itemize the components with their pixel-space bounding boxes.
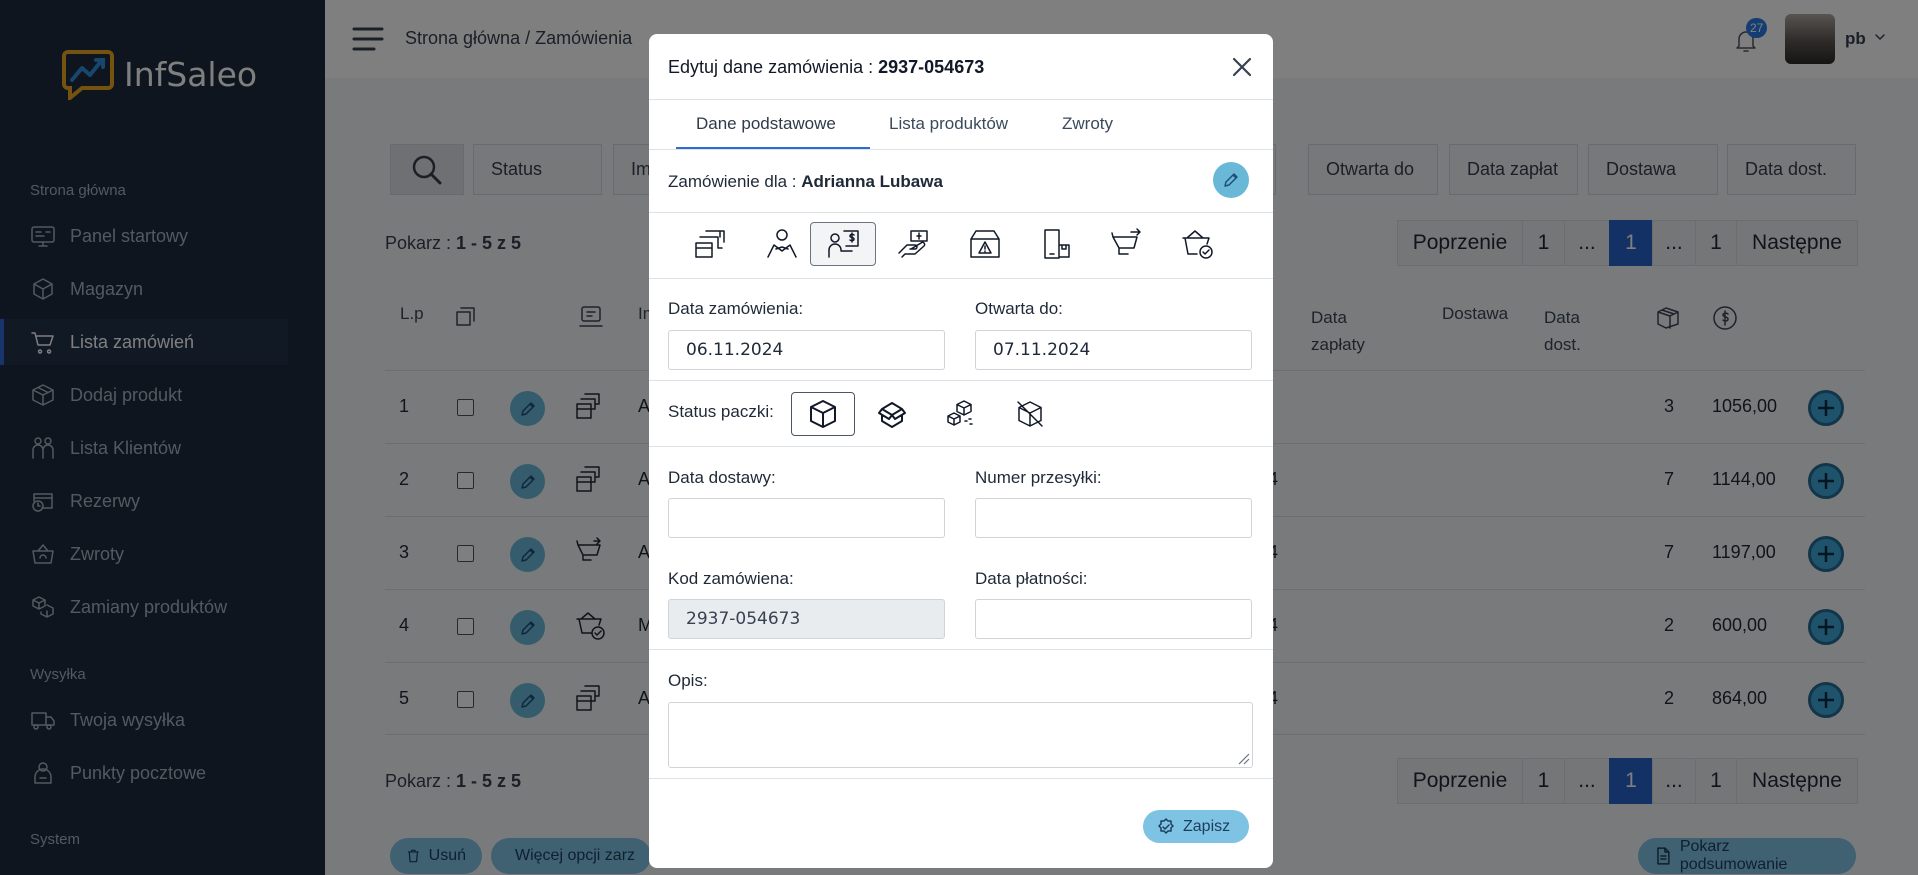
- divider: [649, 149, 1273, 150]
- tab-lista-produktow[interactable]: Lista produktów: [889, 114, 1008, 134]
- divider: [649, 99, 1273, 100]
- delivery-date-field[interactable]: [668, 498, 945, 538]
- package-icon: [810, 400, 836, 428]
- package-status-closed[interactable]: [791, 392, 855, 436]
- package-status-multiple[interactable]: [929, 392, 993, 436]
- status-phone-box[interactable]: [1023, 222, 1089, 266]
- order-date-field[interactable]: 06.11.2024: [668, 330, 945, 370]
- order-code-label: Kod zamówiena:: [668, 569, 794, 588]
- status-basket-check[interactable]: [1165, 222, 1231, 266]
- check-badge-icon: [1158, 817, 1174, 834]
- customer-name: Adrianna Lubawa: [801, 172, 943, 191]
- tracking-number-field[interactable]: [975, 498, 1252, 538]
- payment-date-label: Data płatności:: [975, 569, 1088, 588]
- order-code-field: 2937-054673: [668, 599, 945, 639]
- divider: [649, 778, 1273, 779]
- payment-date-field[interactable]: [975, 599, 1252, 639]
- package-open-icon: [878, 402, 906, 428]
- tracking-label: Numer przesyłki:: [975, 468, 1102, 487]
- edit-order-modal: Edytuj dane zamówienia : 2937-054673 Dan…: [649, 34, 1273, 868]
- close-button[interactable]: [1229, 54, 1255, 80]
- divider: [649, 649, 1273, 650]
- close-icon: [1232, 57, 1252, 77]
- order-for: Zamówienie dla : Adrianna Lubawa: [668, 172, 943, 192]
- package-cancel-icon: [1017, 401, 1043, 427]
- order-date-label: Data zamówienia:: [668, 299, 804, 318]
- divider: [649, 278, 1273, 279]
- delivery-date-label: Data dostawy:: [668, 468, 776, 487]
- open-until-field[interactable]: 07.11.2024: [975, 330, 1252, 370]
- payment-person-icon: [828, 230, 859, 258]
- cash-hand-icon: [898, 230, 928, 258]
- divider: [649, 446, 1273, 447]
- description-textarea[interactable]: [668, 702, 1253, 768]
- divider: [649, 380, 1273, 381]
- phone-box-icon: [1044, 229, 1070, 259]
- resize-handle-icon[interactable]: [1236, 751, 1250, 765]
- handshake-icon: [767, 229, 797, 258]
- basket-check-icon: [1182, 230, 1213, 259]
- tab-zwroty[interactable]: Zwroty: [1062, 114, 1113, 134]
- basket-return-icon: [1111, 228, 1141, 255]
- divider: [649, 212, 1273, 213]
- status-warning-box[interactable]: [952, 222, 1018, 266]
- status-payment-person[interactable]: [810, 222, 876, 266]
- warning-box-icon: [970, 230, 1000, 258]
- package-status-cancelled[interactable]: [998, 392, 1062, 436]
- description-label: Opis:: [668, 671, 708, 690]
- status-handshake[interactable]: [749, 222, 815, 266]
- status-cash-hand[interactable]: [881, 222, 947, 266]
- modal-title-prefix: Edytuj dane zamówienia :: [668, 57, 879, 77]
- package-status-label: Status paczki:: [668, 402, 774, 421]
- open-until-label: Otwarta do:: [975, 299, 1063, 318]
- modal-title: Edytuj dane zamówienia : 2937-054673: [668, 57, 984, 78]
- boxes-in-icon: [695, 230, 725, 258]
- pencil-icon: [1224, 173, 1238, 187]
- modal-order-code: 2937-054673: [878, 57, 985, 77]
- packages-icon: [947, 400, 973, 426]
- package-status-open[interactable]: [860, 392, 924, 436]
- save-button-label: Zapisz: [1183, 817, 1231, 835]
- order-for-label: Zamówienie dla :: [668, 172, 802, 191]
- save-button[interactable]: Zapisz: [1143, 810, 1249, 843]
- edit-customer-button[interactable]: [1213, 162, 1249, 198]
- status-boxes-in[interactable]: [678, 222, 744, 266]
- tab-dane-podstawowe[interactable]: Dane podstawowe: [696, 114, 836, 134]
- status-basket-return[interactable]: [1094, 222, 1160, 266]
